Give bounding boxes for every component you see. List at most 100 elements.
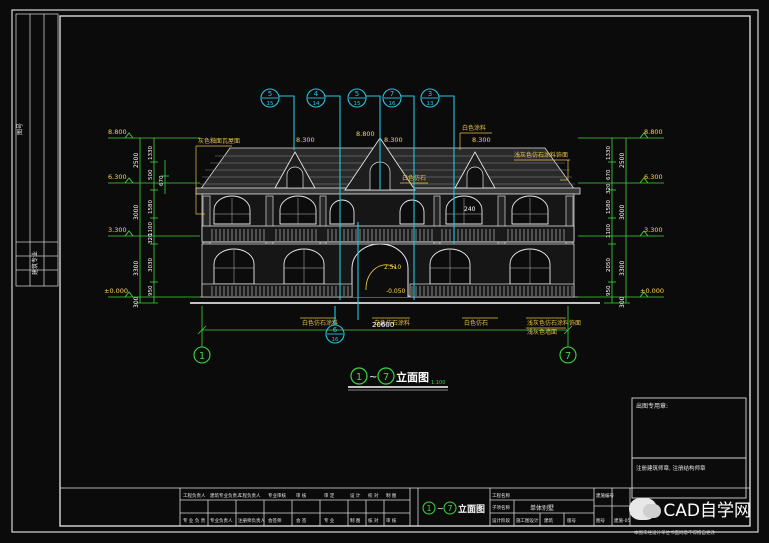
tb-r1-6: 设 计 xyxy=(350,492,361,499)
level-left-3300: 3.300 xyxy=(108,226,127,234)
ridge-level-3: 8.300 xyxy=(384,136,403,144)
level-left-8800: 8.800 xyxy=(108,128,127,136)
mid-label-240: 240 xyxy=(464,206,476,213)
level-right-8800: 8.800 xyxy=(644,128,663,136)
tb-project-label: 工程名称 xyxy=(492,492,510,499)
tb-r2-4: 会 签 xyxy=(296,517,307,524)
watermark-text: CAD自学网 xyxy=(663,501,751,521)
tb-title-text: 立面图 xyxy=(458,503,485,515)
tb-r1-0: 工程负责人 xyxy=(183,492,206,499)
drawing-canvas: 图号 建筑专业 灰色釉面瓦屋面 白色涂料 浅灰色仿石涂料饰面 白色仿石 白色仿石… xyxy=(0,0,769,543)
dim-left-in-8: 950 xyxy=(148,285,154,296)
callout-1-num: 5 xyxy=(268,90,272,98)
dim-left-in-7: 3030 xyxy=(148,258,154,272)
registered-note: 注册建筑师章, 注册结构师章 xyxy=(636,464,706,472)
tb-r2-7: 核 对 xyxy=(368,517,379,524)
title-circle-left: 1 xyxy=(356,372,362,383)
level-left-6300: 6.300 xyxy=(108,173,127,181)
level-right-3300: 3.300 xyxy=(644,226,663,234)
callout-2: 4 14 xyxy=(306,88,326,108)
tb-r1-2: 工程负责人 xyxy=(238,492,261,499)
tb-project-name: 单体别墅 xyxy=(530,504,554,512)
dim-right-in-7: 950 xyxy=(606,285,612,296)
tb-r2-3: 会签师 xyxy=(268,517,282,524)
tb-r1-3: 专业审核 xyxy=(268,492,286,499)
note-bottom-right-2: 浅灰色仿石涂料饰面 xyxy=(527,319,581,327)
tb-r2-0: 专 业 负 责 xyxy=(183,517,206,524)
dim-left-in-1: 1330 xyxy=(148,146,154,160)
wechat-logo-icon xyxy=(629,497,662,520)
dim-right-3000: 3000 xyxy=(619,205,626,220)
tb-item-d: 建筑 xyxy=(544,517,553,524)
callout-5: 3 13 xyxy=(420,88,440,108)
callout-4-num: 7 xyxy=(390,90,394,98)
tb-right-code: 建施编号 xyxy=(596,492,614,499)
title-circle-right: 7 xyxy=(383,372,389,383)
mid-label-0050: -0.050 xyxy=(386,288,406,295)
tb-item-b: 施工图设计 xyxy=(516,517,539,524)
title-tilde: ~ xyxy=(369,372,377,383)
title-scale: 1:100 xyxy=(431,380,445,386)
tb-r1-7: 校 对 xyxy=(368,492,379,499)
tb-circle-left: 1 xyxy=(426,504,431,513)
approval-label: 出图专用章: xyxy=(636,402,668,410)
tb-r2-5: 专 业 xyxy=(324,517,335,524)
left-strip-stamp: 建筑专业 xyxy=(31,251,39,275)
dim-right-in-5: 1100 xyxy=(606,224,612,238)
level-right-6300: 6.300 xyxy=(644,173,663,181)
dim-right-300: 300 xyxy=(619,296,626,308)
tb-tilde: ~ xyxy=(437,504,444,513)
tb-r2-1: 专业负责人 xyxy=(210,517,233,524)
tb-item-label: 子项名称 xyxy=(492,504,510,511)
tb-r1-5: 审 定 xyxy=(324,492,335,499)
dim-right-3300: 3300 xyxy=(619,261,626,276)
callout-2-den: 14 xyxy=(313,101,320,107)
dim-right-in-3: 320 xyxy=(606,183,612,194)
callout-5-num: 3 xyxy=(428,90,432,98)
note-roof: 灰色釉面瓦屋面 xyxy=(198,137,240,145)
dim-left-2500: 2500 xyxy=(133,153,140,168)
tb-r2-6: 制 图 xyxy=(350,517,361,524)
dim-left-in-4: 1580 xyxy=(148,200,154,214)
callout-4-den: 16 xyxy=(389,101,396,107)
tb-r2-2: 注册师负责人 xyxy=(238,517,265,524)
tb-circle-right: 7 xyxy=(447,504,452,513)
callout-3-den: 15 xyxy=(354,101,361,107)
note-bottom-right: 白色仿石 xyxy=(464,319,488,327)
dim-left-in-3: 670 xyxy=(159,175,165,186)
tb-item-a: 设计阶段 xyxy=(492,517,510,524)
title-text: 立面图 xyxy=(396,370,429,384)
dim-right-2500: 2500 xyxy=(619,153,626,168)
ridge-level-4: 8.300 xyxy=(472,136,491,144)
callout-bottom: 6 16 xyxy=(325,324,345,344)
dim-right-in-4: 1580 xyxy=(606,200,612,214)
note-top-right: 白色涂料 xyxy=(462,124,486,132)
dim-left-in-6: 1100 xyxy=(148,222,154,236)
left-strip-label: 图号 xyxy=(17,123,24,135)
ridge-level-2: 8.800 xyxy=(356,130,375,138)
tb-r1-4: 审 核 xyxy=(296,492,307,499)
note-top-right-2: 浅灰色仿石涂料饰面 xyxy=(514,151,568,159)
axis-right-label: 7 xyxy=(565,351,571,362)
title-block-footer: 本图未经设计单位书面同意不得擅自更改 xyxy=(634,529,715,536)
callout-3-num: 5 xyxy=(355,90,359,98)
dim-left-3000: 3000 xyxy=(133,205,140,220)
tb-r2-8: 审 核 xyxy=(386,517,397,524)
dim-left-in-2: 500 xyxy=(148,169,154,180)
level-left-0000: ±0.000 xyxy=(104,287,128,295)
total-width: 20600 xyxy=(372,321,394,329)
dim-right-in-6: 2050 xyxy=(606,258,612,272)
callout-2-num: 4 xyxy=(314,90,319,98)
tb-item-e: 版号 xyxy=(567,517,576,524)
callout-1: 5 15 xyxy=(260,88,280,108)
callout-3: 5 15 xyxy=(347,88,367,108)
level-right-0000: ±0.000 xyxy=(640,287,664,295)
ridge-level-1: 8.300 xyxy=(296,136,315,144)
watermark: CAD自学网 xyxy=(629,496,751,521)
note-bottom-right-3: 浅灰色墙面 xyxy=(527,328,557,336)
callout-1-den: 15 xyxy=(267,101,274,107)
tb-r1-8: 制 图 xyxy=(386,492,397,499)
dim-left-3300: 3300 xyxy=(133,261,140,276)
callout-4: 7 16 xyxy=(382,88,402,108)
callout-5-den: 13 xyxy=(427,101,434,107)
